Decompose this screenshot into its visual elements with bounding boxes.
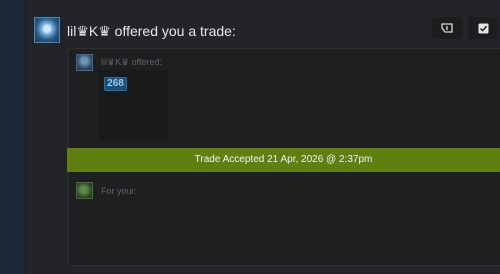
left-sidebar-strip	[0, 0, 25, 274]
receiver-avatar[interactable]	[76, 182, 93, 199]
flag-icon	[441, 23, 453, 33]
offerer-avatar[interactable]	[76, 54, 93, 71]
offered-label: lil♛K♛ offered:	[101, 57, 162, 67]
sidebar-divider	[25, 0, 26, 274]
report-button[interactable]	[432, 17, 462, 39]
trade-accepted-banner: Trade Accepted 21 Apr, 2026 @ 2:37pm	[67, 148, 500, 172]
mark-read-button[interactable]	[468, 17, 498, 39]
trade-offer-title: lil♛K♛ offered you a trade:	[67, 23, 236, 39]
for-your-label: For your:	[101, 186, 138, 196]
check-icon	[478, 23, 488, 33]
trader-avatar[interactable]	[34, 17, 60, 43]
item-count-badge[interactable]: 268	[104, 77, 127, 91]
